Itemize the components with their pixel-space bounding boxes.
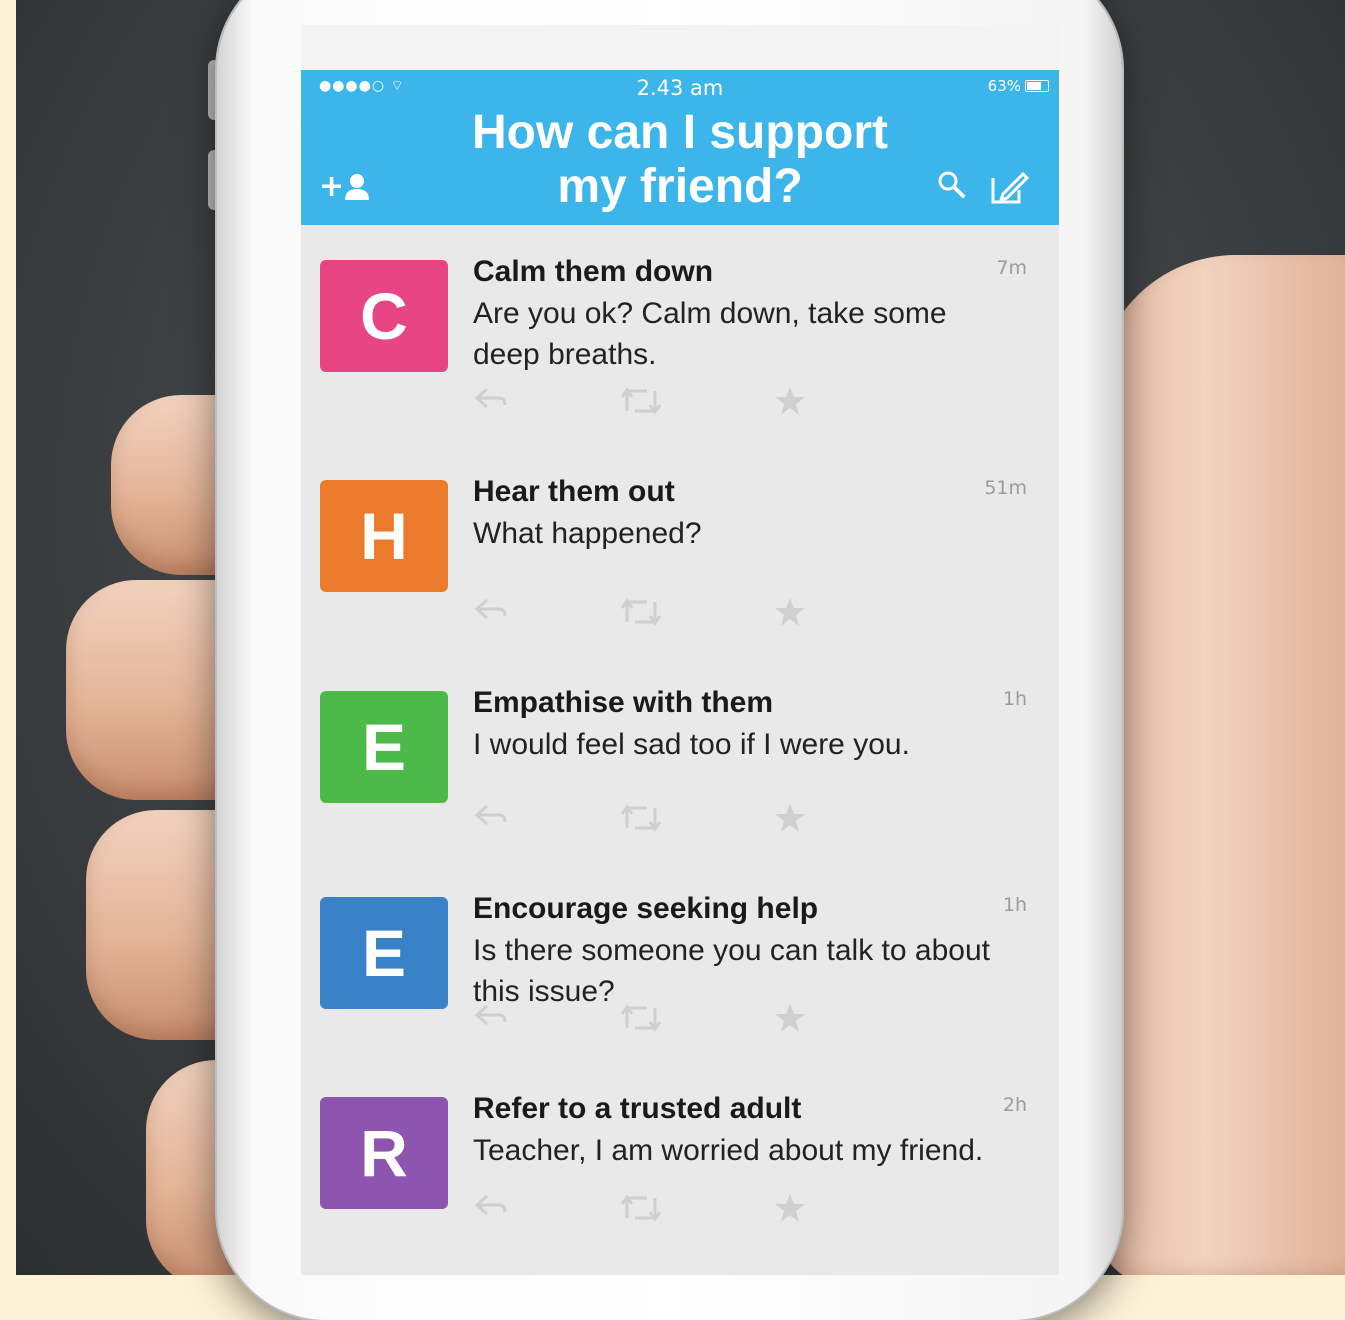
- message-item[interactable]: R Refer to a trusted adult Teacher, I am w…: [301, 1062, 1059, 1275]
- message-item[interactable]: E Encourage seeking help Is there someone …: [301, 862, 1059, 1064]
- message-item[interactable]: H Hear them out What happened? 51m: [301, 445, 1059, 658]
- favorite-icon[interactable]: [773, 1002, 807, 1041]
- title-line-1: How can I support: [471, 106, 888, 159]
- battery-icon: [1025, 80, 1049, 92]
- avatar: C: [320, 260, 448, 372]
- favorite-icon[interactable]: [773, 802, 807, 841]
- avatar: H: [320, 480, 448, 592]
- message-item[interactable]: C Calm them down Are you ok? Calm down, ta…: [301, 225, 1059, 447]
- message-item[interactable]: E Empathise with them I would feel sad too…: [301, 656, 1059, 864]
- avatar: R: [320, 1097, 448, 1209]
- status-time: 2.43 am: [636, 76, 724, 100]
- message-title: Empathise with them: [473, 686, 774, 719]
- thumb: [1096, 255, 1345, 1275]
- screen-top-bezel: [301, 25, 1059, 70]
- message-timestamp: 1h: [1002, 688, 1027, 710]
- message-title: Encourage seeking help: [473, 892, 819, 925]
- reply-icon[interactable]: [473, 385, 507, 420]
- battery-indicator: 63%: [988, 77, 1049, 95]
- message-title: Refer to a trusted adult: [473, 1092, 802, 1125]
- message-title: Hear them out: [473, 475, 675, 508]
- message-body: Is there someone you can talk to about t…: [473, 934, 990, 1008]
- retweet-icon[interactable]: [619, 596, 663, 635]
- avatar: E: [320, 897, 448, 1009]
- svg-text:+: +: [319, 170, 344, 204]
- message-body: I would feel sad too if I were you.: [473, 728, 910, 761]
- message-timestamp: 1h: [1002, 894, 1027, 916]
- message-timestamp: 51m: [984, 477, 1027, 499]
- favorite-icon[interactable]: [773, 385, 807, 424]
- message-body: Teacher, I am worried about my friend.: [473, 1134, 984, 1167]
- message-timestamp: 7m: [996, 257, 1027, 279]
- message-title: Calm them down: [473, 255, 714, 288]
- reply-icon[interactable]: [473, 1192, 507, 1227]
- retweet-icon[interactable]: [619, 1002, 663, 1041]
- reply-icon[interactable]: [473, 802, 507, 837]
- battery-percent: 63%: [987, 77, 1021, 95]
- add-user-icon[interactable]: +: [319, 169, 379, 212]
- favorite-icon[interactable]: [773, 596, 807, 635]
- retweet-icon[interactable]: [619, 802, 663, 841]
- avatar: E: [320, 691, 448, 803]
- phone-screen: ●●●●○ ⌔ 2.43 am 63% How can I support my…: [301, 70, 1059, 1275]
- search-icon[interactable]: [935, 168, 969, 210]
- compose-icon[interactable]: [989, 170, 1030, 214]
- message-timestamp: 2h: [1002, 1094, 1027, 1116]
- reply-icon[interactable]: [473, 596, 507, 631]
- app-header: ●●●●○ ⌔ 2.43 am 63% How can I support my…: [301, 70, 1059, 225]
- message-body: What happened?: [473, 517, 702, 550]
- retweet-icon[interactable]: [619, 1192, 663, 1231]
- reply-icon[interactable]: [473, 1002, 507, 1037]
- favorite-icon[interactable]: [773, 1192, 807, 1231]
- message-body: Are you ok? Calm down, take some deep br…: [473, 297, 947, 371]
- retweet-icon[interactable]: [619, 385, 663, 424]
